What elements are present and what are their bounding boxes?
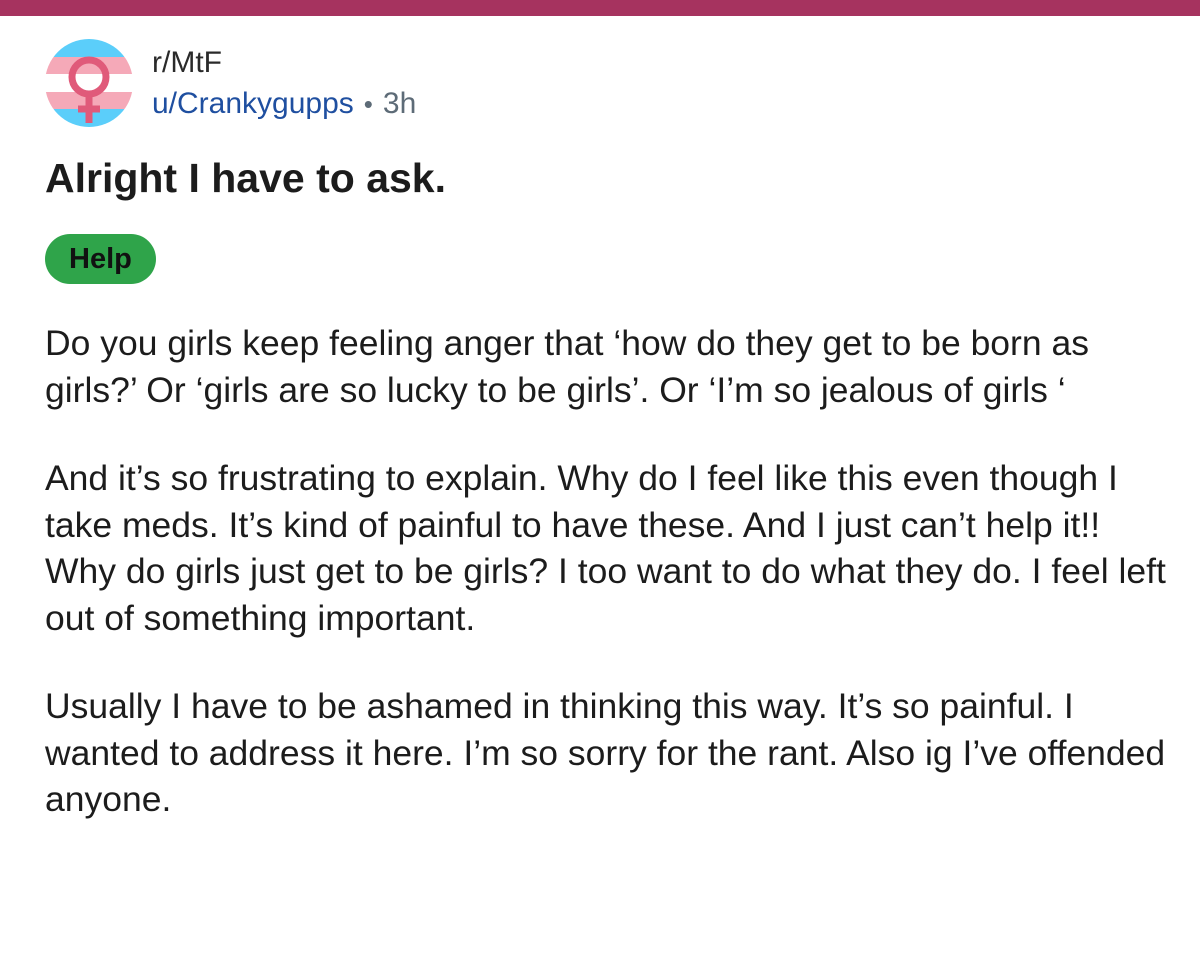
- body-paragraph: Do you girls keep feeling anger that ‘ho…: [45, 323, 1089, 410]
- post-title[interactable]: Alright I have to ask.: [45, 153, 1145, 203]
- post-body: Do you girls keep feeling anger that ‘ho…: [45, 320, 1170, 865]
- flair-badge[interactable]: Help: [45, 234, 156, 284]
- post-age: 3h: [382, 87, 417, 120]
- subreddit-name[interactable]: r/MtF: [152, 46, 222, 80]
- subreddit-avatar[interactable]: [45, 39, 133, 127]
- body-paragraph: Usually I have to be ashamed in thinking…: [45, 686, 1166, 819]
- top-accent-bar: [0, 0, 1200, 16]
- trans-flag-venus-icon: [45, 39, 133, 127]
- body-paragraph: And it’s so frustrating to explain. Why …: [45, 458, 1166, 638]
- meta-separator: •: [363, 89, 373, 119]
- post-meta: u/Crankygupps • 3h: [152, 87, 416, 121]
- author-link[interactable]: u/Crankygupps: [152, 87, 354, 120]
- post-header: r/MtF u/Crankygupps • 3h: [45, 39, 1145, 129]
